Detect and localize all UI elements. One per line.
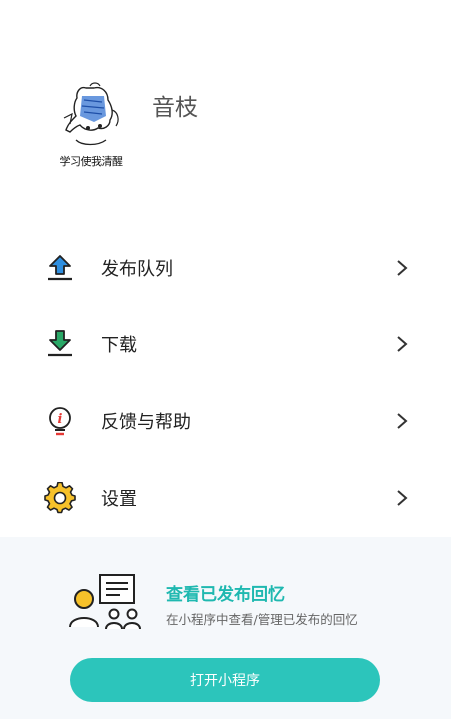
- menu-item-label: 设置: [101, 489, 137, 510]
- menu-item-settings[interactable]: 设置: [0, 468, 451, 528]
- chevron-right-icon: [397, 490, 408, 506]
- svg-text:i: i: [58, 412, 63, 427]
- open-mini-program-button[interactable]: 打开小程序: [70, 658, 380, 702]
- menu-item-label: 反馈与帮助: [101, 412, 191, 433]
- chevron-right-icon: [397, 336, 408, 352]
- menu-item-download[interactable]: 下载: [0, 314, 451, 374]
- profile-header: 学习使我清醒 音枝: [0, 0, 451, 215]
- chevron-right-icon: [397, 260, 408, 276]
- upload-tray-icon: [48, 255, 72, 281]
- lightbulb-icon: i: [49, 407, 71, 436]
- menu-item-label: 发布队列: [101, 259, 173, 280]
- chevron-right-icon: [397, 413, 408, 429]
- download-tray-icon: [48, 330, 72, 357]
- avatar[interactable]: 学习使我清醒: [46, 80, 136, 175]
- document-people-icon: [69, 574, 141, 630]
- promo-title: 查看已发布回忆: [166, 585, 285, 605]
- gear-icon: [44, 482, 76, 514]
- promo-subtitle: 在小程序中查看/管理已发布的回忆: [166, 612, 358, 627]
- menu-item-publish-queue[interactable]: 发布队列: [0, 238, 451, 298]
- mini-program-card: 查看已发布回忆 在小程序中查看/管理已发布的回忆 打开小程序: [0, 537, 451, 719]
- username: 音枝: [152, 95, 198, 121]
- avatar-caption: 学习使我清醒: [59, 155, 124, 168]
- menu-item-label: 下载: [101, 335, 137, 356]
- avatar-drawing-icon: [63, 82, 119, 146]
- menu-item-feedback-help[interactable]: i 反馈与帮助: [0, 391, 451, 451]
